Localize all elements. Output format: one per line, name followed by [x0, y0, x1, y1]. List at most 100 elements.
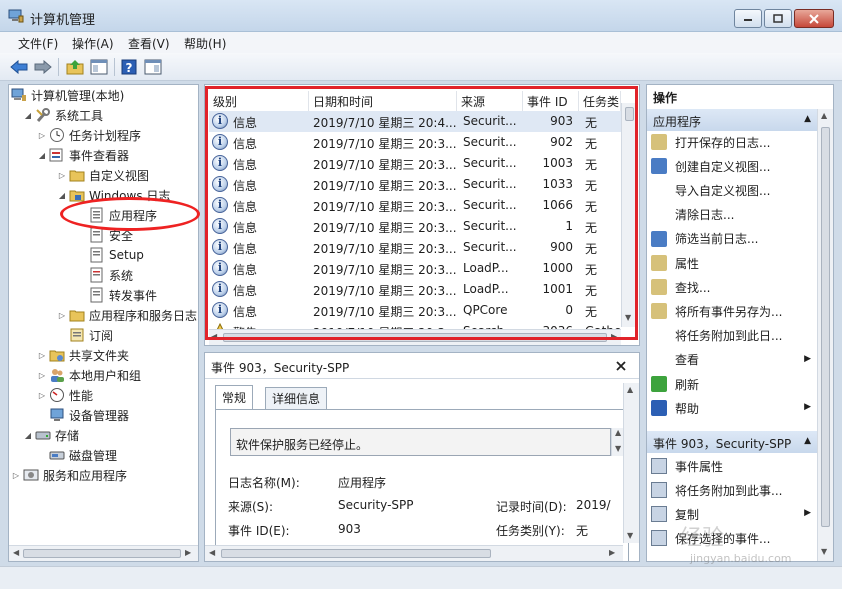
collapse-up-icon[interactable]: ▲ — [804, 114, 811, 124]
column-header-event-id[interactable]: 事件 ID — [523, 91, 579, 111]
tree-item-custom-views[interactable]: ▷ 自定义视图 — [57, 165, 149, 185]
forward-button[interactable] — [34, 58, 52, 76]
table-row[interactable]: i 信息 2019/7/10 星期三 20:3... QPCore 0 无 — [209, 300, 621, 321]
action-item[interactable]: 查看 ▶ — [651, 349, 817, 371]
action-item[interactable]: 导入自定义视图... — [651, 179, 817, 201]
scroll-left-icon[interactable]: ◀ — [13, 548, 19, 557]
tree-item-root[interactable]: 计算机管理(本地) — [11, 85, 124, 105]
list-horizontal-scrollbar[interactable]: ◀ ▶ — [209, 329, 621, 345]
scroll-right-icon[interactable]: ▶ — [611, 332, 617, 341]
expand-arrow-icon[interactable]: ▷ — [57, 171, 67, 180]
tree-item-disk-management[interactable]: 磁盘管理 — [49, 445, 117, 465]
action-item[interactable]: 将任务附加到此日... — [651, 325, 817, 347]
collapse-up-icon[interactable]: ▲ — [804, 436, 811, 446]
actions-vertical-scrollbar[interactable]: ▲ ▼ — [817, 109, 833, 561]
tree-item-services-apps[interactable]: ▷ 服务和应用程序 — [11, 465, 127, 485]
actions-section-event[interactable]: 事件 903，Security-SPP ▲ — [647, 431, 817, 453]
menu-view[interactable]: 查看(V) — [128, 35, 170, 52]
scroll-thumb[interactable] — [23, 549, 181, 558]
column-header-level[interactable]: 级别 — [209, 91, 309, 111]
table-row[interactable]: i 信息 2019/7/10 星期三 20:3... Securit... 1 无 — [209, 216, 621, 237]
tree-item-shared-folders[interactable]: ▷ 共享文件夹 — [37, 345, 129, 365]
scroll-right-icon[interactable]: ▶ — [609, 548, 615, 557]
expand-arrow-icon[interactable]: ▷ — [37, 131, 47, 140]
column-header-datetime[interactable]: 日期和时间 — [309, 91, 457, 111]
show-hide-action-pane-button[interactable] — [144, 58, 162, 76]
scroll-thumb[interactable] — [221, 549, 491, 558]
table-row[interactable]: i 信息 2019/7/10 星期三 20:3... Securit... 1066 无 — [209, 195, 621, 216]
collapse-arrow-icon[interactable]: ◢ — [23, 111, 33, 120]
action-item[interactable]: 将所有事件另存为... — [651, 300, 817, 322]
expand-arrow-icon[interactable]: ▷ — [57, 311, 67, 320]
scroll-thumb[interactable] — [223, 333, 607, 342]
table-row[interactable]: i 信息 2019/7/10 星期三 20:4... Securit... 903 无 — [209, 111, 621, 132]
tree-item-app-services-logs[interactable]: ▷ 应用程序和服务日志 — [57, 305, 197, 325]
list-vertical-scrollbar[interactable]: ▲ ▼ — [621, 103, 637, 327]
scroll-left-icon[interactable]: ◀ — [211, 332, 217, 341]
scroll-up-icon[interactable]: ▲ — [627, 385, 633, 394]
scroll-up-icon[interactable]: ▲ — [615, 428, 621, 437]
table-row[interactable]: i 信息 2019/7/10 星期三 20:3... LoadP... 1001 无 — [209, 279, 621, 300]
collapse-arrow-icon[interactable]: ◢ — [57, 191, 67, 200]
table-row[interactable]: i 信息 2019/7/10 星期三 20:3... LoadP... 1000 无 — [209, 258, 621, 279]
minimize-button[interactable] — [734, 9, 762, 28]
maximize-button[interactable] — [764, 9, 792, 28]
expand-arrow-icon[interactable]: ▷ — [37, 371, 47, 380]
tree-item-system-log[interactable]: 系统 — [89, 265, 133, 285]
collapse-arrow-icon[interactable]: ◢ — [23, 431, 33, 440]
table-row[interactable]: i 信息 2019/7/10 星期三 20:3... Securit... 902 无 — [209, 132, 621, 153]
expand-arrow-icon[interactable]: ▷ — [37, 351, 47, 360]
action-item[interactable]: 复制 ▶ — [651, 503, 817, 525]
up-folder-button[interactable] — [66, 58, 84, 76]
action-item[interactable]: 属性 — [651, 252, 817, 274]
tree-item-task-scheduler[interactable]: ▷ 任务计划程序 — [37, 125, 141, 145]
scroll-up-icon[interactable]: ▲ — [821, 111, 827, 120]
action-item[interactable]: 保存选择的事件... — [651, 527, 817, 549]
action-item[interactable]: 将任务附加到此事... — [651, 479, 817, 501]
action-item[interactable]: 事件属性 — [651, 455, 817, 477]
scroll-thumb[interactable] — [625, 107, 634, 121]
action-item[interactable]: 创建自定义视图... — [651, 155, 817, 177]
tree-item-system-tools[interactable]: ◢ 系统工具 — [23, 105, 103, 125]
tree-item-forwarded-events[interactable]: 转发事件 — [89, 285, 157, 305]
help-button[interactable]: ? — [120, 58, 138, 76]
tree-item-device-manager[interactable]: 设备管理器 — [49, 405, 129, 425]
expand-arrow-icon[interactable]: ▷ — [11, 471, 21, 480]
scroll-right-icon[interactable]: ▶ — [185, 548, 191, 557]
tree-item-setup-log[interactable]: Setup — [89, 245, 144, 265]
action-item[interactable]: 查找... — [651, 276, 817, 298]
close-button[interactable] — [794, 9, 834, 28]
close-icon[interactable] — [616, 361, 626, 371]
table-row[interactable]: i 信息 2019/7/10 星期三 20:3... Securit... 1033 无 — [209, 174, 621, 195]
scroll-down-icon[interactable]: ▼ — [627, 531, 633, 540]
scroll-thumb[interactable] — [821, 127, 830, 527]
back-button[interactable] — [10, 58, 28, 76]
actions-section-application[interactable]: 应用程序 ▲ — [647, 109, 817, 131]
scroll-down-icon[interactable]: ▼ — [625, 313, 631, 322]
detail-horizontal-scrollbar[interactable]: ◀ ▶ — [205, 545, 623, 561]
detail-vertical-scrollbar[interactable]: ▲ ▼ — [623, 383, 639, 543]
table-row[interactable]: i 信息 2019/7/10 星期三 20:3... Securit... 1003 无 — [209, 153, 621, 174]
action-item[interactable]: 打开保存的日志... — [651, 131, 817, 153]
tree-item-event-viewer[interactable]: ◢ 事件查看器 — [37, 145, 129, 165]
menu-help[interactable]: 帮助(H) — [184, 35, 226, 52]
tree-item-storage[interactable]: ◢ 存储 — [23, 425, 79, 445]
action-item[interactable]: 清除日志... — [651, 204, 817, 226]
tab-general[interactable]: 常规 — [215, 385, 254, 409]
tree-horizontal-scrollbar[interactable]: ◀ ▶ — [9, 545, 198, 561]
action-item[interactable]: 帮助 ▶ — [651, 397, 817, 419]
menu-file[interactable]: 文件(F) — [18, 35, 58, 52]
collapse-arrow-icon[interactable]: ◢ — [37, 151, 47, 160]
menu-action[interactable]: 操作(A) — [72, 35, 114, 52]
action-item[interactable]: 刷新 — [651, 373, 817, 395]
show-hide-tree-button[interactable] — [90, 58, 108, 76]
table-row[interactable]: i 信息 2019/7/10 星期三 20:3... Securit... 900 无 — [209, 237, 621, 258]
action-item[interactable]: 筛选当前日志... — [651, 228, 817, 250]
column-header-source[interactable]: 来源 — [457, 91, 523, 111]
column-header-task[interactable]: 任务类 — [579, 91, 621, 111]
scroll-left-icon[interactable]: ◀ — [209, 548, 215, 557]
tree-item-performance[interactable]: ▷ 性能 — [37, 385, 93, 405]
scroll-down-icon[interactable]: ▼ — [821, 547, 827, 556]
tree-item-local-users[interactable]: ▷ 本地用户和组 — [37, 365, 141, 385]
tree-item-subscriptions[interactable]: 订阅 — [69, 325, 113, 345]
